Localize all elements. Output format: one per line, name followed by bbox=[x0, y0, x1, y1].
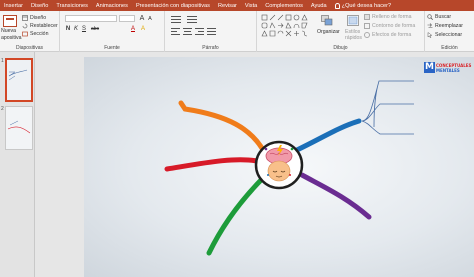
fill-icon bbox=[364, 14, 370, 20]
tell-me-text: ¿Qué desea hacer? bbox=[341, 2, 392, 9]
tab-complementos[interactable]: Complementos bbox=[265, 3, 303, 9]
group-label-edicion: Edición bbox=[441, 45, 458, 51]
arrange-button[interactable]: Organizar bbox=[317, 29, 340, 35]
justify-button[interactable] bbox=[207, 27, 216, 35]
quick-styles-icon bbox=[347, 15, 359, 26]
mind-map-drawing bbox=[164, 80, 414, 256]
align-right-button[interactable] bbox=[195, 27, 204, 35]
italic-button[interactable]: K bbox=[73, 26, 79, 33]
current-slide[interactable]: M CONCEPTUALES MENTALES bbox=[84, 57, 474, 277]
shape-outline-button[interactable]: Contorno de forma bbox=[372, 23, 415, 29]
replace-button[interactable]: Reemplazar bbox=[435, 23, 463, 29]
shape-effects-button[interactable]: Efectos de forma bbox=[372, 32, 411, 38]
outline-icon bbox=[364, 23, 370, 29]
head-graphic bbox=[267, 160, 291, 182]
tab-presentacion[interactable]: Presentación con diapositivas bbox=[136, 3, 210, 9]
bullets-button[interactable] bbox=[171, 15, 181, 23]
align-left-button[interactable] bbox=[171, 27, 180, 35]
ribbon-tab-bar: Insertar Diseño Transiciones Animaciones… bbox=[0, 0, 474, 11]
brand-logo: M CONCEPTUALES MENTALES bbox=[424, 62, 471, 78]
slide-editing-area: M CONCEPTUALES MENTALES bbox=[35, 52, 474, 277]
thumbnail-2-preview bbox=[6, 107, 32, 149]
slide-number-2: 2 bbox=[1, 106, 4, 112]
shape-fill-button[interactable]: Relleno de forma bbox=[372, 14, 412, 20]
group-label-dibujo: Dibujo bbox=[333, 45, 348, 51]
section-icon bbox=[22, 31, 28, 37]
highlight-button[interactable]: A bbox=[140, 26, 146, 33]
slide-thumbnail-panel: 1 2 bbox=[0, 52, 35, 277]
select-cursor-icon bbox=[427, 32, 433, 38]
reset-button[interactable]: Restablecer bbox=[30, 23, 58, 29]
layout-button[interactable]: Diseño bbox=[30, 15, 46, 21]
tab-transiciones[interactable]: Transiciones bbox=[56, 3, 88, 9]
group-parrafo: Párrafo bbox=[165, 11, 257, 52]
underline-button[interactable]: S bbox=[81, 26, 87, 33]
branch-green bbox=[206, 174, 267, 256]
tell-me-box[interactable]: ¿Qué desea hacer? bbox=[334, 2, 392, 9]
thumbnail-1-preview bbox=[7, 60, 31, 100]
shapes-gallery[interactable] bbox=[261, 14, 313, 40]
tab-insertar[interactable]: Insertar bbox=[4, 3, 23, 9]
new-slide-icon bbox=[3, 15, 17, 27]
tab-revisar[interactable]: Revisar bbox=[218, 3, 237, 9]
numbering-button[interactable] bbox=[187, 15, 197, 23]
font-color-button[interactable]: A bbox=[130, 26, 136, 33]
font-name-combo[interactable] bbox=[65, 15, 117, 22]
logo-mark: M bbox=[424, 62, 435, 73]
slide-thumbnail-1[interactable] bbox=[5, 58, 33, 102]
subbranch-lines bbox=[361, 80, 414, 135]
search-icon bbox=[427, 14, 433, 20]
branch-purple bbox=[299, 172, 372, 220]
quick-styles-button-line2[interactable]: rápidos bbox=[345, 35, 362, 41]
shrink-font-button[interactable]: A bbox=[147, 16, 153, 23]
branch-blue bbox=[294, 118, 362, 153]
replace-icon bbox=[427, 23, 433, 28]
section-button[interactable]: Sección bbox=[30, 31, 48, 37]
tab-animaciones[interactable]: Animaciones bbox=[96, 3, 128, 9]
tab-ayuda[interactable]: Ayuda bbox=[311, 3, 327, 9]
ribbon: Nueva apositiva Diseño Restablecer Secci… bbox=[0, 11, 474, 52]
slide-number-1: 1 bbox=[1, 58, 4, 64]
group-label-diapositivas: Diapositivas bbox=[16, 45, 43, 51]
bold-button[interactable]: N bbox=[65, 26, 71, 33]
align-center-button[interactable] bbox=[183, 27, 192, 35]
font-size-combo[interactable] bbox=[119, 15, 135, 22]
group-dibujo: Organizar Estilos rápidos Relleno de for… bbox=[257, 11, 425, 52]
logo-line-2: MENTALES bbox=[436, 68, 460, 73]
group-edicion: Buscar Reemplazar Seleccionar Edición bbox=[425, 11, 474, 52]
new-slide-button[interactable]: Nueva bbox=[1, 28, 16, 34]
select-button[interactable]: Seleccionar bbox=[435, 32, 462, 38]
branch-orange bbox=[178, 100, 270, 161]
group-fuente: A A N K S abc A A Fuente bbox=[60, 11, 165, 52]
layout-icon bbox=[22, 15, 28, 21]
tab-vista[interactable]: Vista bbox=[245, 3, 257, 9]
strikethrough-button[interactable]: abc bbox=[90, 26, 100, 33]
find-button[interactable]: Buscar bbox=[435, 14, 451, 20]
group-label-parrafo: Párrafo bbox=[202, 45, 219, 51]
effects-icon bbox=[364, 32, 370, 38]
new-slide-button-line2[interactable]: apositiva bbox=[1, 35, 21, 41]
group-diapositivas: Nueva apositiva Diseño Restablecer Secci… bbox=[0, 11, 60, 52]
grow-font-button[interactable]: A bbox=[139, 15, 145, 22]
reset-icon bbox=[22, 23, 28, 29]
branch-red bbox=[164, 157, 260, 172]
slide-thumbnail-2[interactable] bbox=[5, 106, 33, 150]
arrange-icon bbox=[321, 15, 333, 26]
group-label-fuente: Fuente bbox=[104, 45, 120, 51]
lightbulb-icon bbox=[334, 2, 340, 9]
tab-diseno[interactable]: Diseño bbox=[31, 3, 48, 9]
